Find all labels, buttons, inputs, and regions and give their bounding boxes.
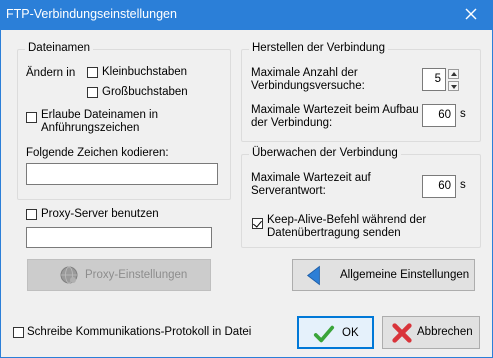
- close-icon[interactable]: [461, 4, 481, 24]
- monitor-legend: Überwachen der Verbindung: [249, 147, 401, 159]
- max-attempts-label-line1: Maximale Anzahl der: [251, 67, 358, 79]
- encode-chars-input[interactable]: [26, 163, 218, 185]
- ok-label: OK: [342, 327, 359, 339]
- uppercase-checkbox[interactable]: [87, 87, 98, 98]
- keepalive-label-line2[interactable]: Datenübertragung senden: [267, 227, 401, 239]
- checkmark-icon: [313, 325, 335, 343]
- proxy-checkbox[interactable]: [26, 209, 37, 220]
- window-title: FTP-Verbindungseinstellungen: [6, 7, 177, 21]
- lowercase-label[interactable]: Kleinbuchstaben: [102, 66, 187, 78]
- cancel-x-icon: [392, 323, 412, 343]
- max-wait-unit: s: [460, 108, 466, 120]
- max-attempts-spinner[interactable]: [448, 69, 459, 91]
- keepalive-label-line1[interactable]: Keep-Alive-Befehl während der: [267, 214, 426, 226]
- proxy-label[interactable]: Proxy-Server benutzen: [41, 208, 159, 220]
- cancel-button[interactable]: Abbrechen: [382, 316, 480, 349]
- globe-icon: [60, 266, 78, 284]
- proxy-server-input[interactable]: [26, 227, 212, 248]
- keepalive-checkbox[interactable]: [252, 218, 263, 229]
- server-wait-label-line2: Serverantwort:: [251, 185, 326, 197]
- spin-up-icon[interactable]: [448, 69, 459, 79]
- proxy-settings-button[interactable]: Proxy-Einstellungen: [27, 259, 211, 291]
- dialog-body: Dateinamen Ändern in Kleinbuchstaben Gro…: [0, 30, 493, 358]
- log-checkbox[interactable]: [13, 327, 24, 338]
- allow-quotes-checkbox[interactable]: [26, 112, 37, 123]
- allow-quotes-label-line2[interactable]: Anführungszeichen: [41, 122, 139, 134]
- connect-legend: Herstellen der Verbindung: [249, 42, 388, 54]
- general-settings-button[interactable]: Allgemeine Einstellungen: [292, 259, 475, 291]
- lowercase-checkbox[interactable]: [87, 67, 98, 78]
- ok-button[interactable]: OK: [297, 316, 374, 349]
- max-wait-label-line2: der Verbindung:: [251, 117, 333, 129]
- back-arrow-icon: [306, 265, 320, 286]
- log-label[interactable]: Schreibe Kommunikations-Protokoll in Dat…: [27, 326, 251, 338]
- allow-quotes-label-line1[interactable]: Erlaube Dateinamen in: [41, 109, 158, 121]
- uppercase-label[interactable]: Großbuchstaben: [102, 86, 188, 98]
- spin-down-icon[interactable]: [448, 81, 459, 91]
- server-wait-input[interactable]: 60: [422, 175, 456, 198]
- general-settings-label: Allgemeine Einstellungen: [340, 269, 470, 281]
- max-attempts-label-line2: Verbindungsversuche:: [251, 80, 365, 92]
- server-wait-unit: s: [460, 179, 466, 191]
- change-in-label: Ändern in: [26, 67, 76, 79]
- max-attempts-input[interactable]: 5: [422, 68, 446, 91]
- filenames-legend: Dateinamen: [25, 42, 94, 54]
- server-wait-label-line1: Maximale Wartezeit auf: [251, 172, 371, 184]
- encode-chars-label: Folgende Zeichen kodieren:: [26, 147, 169, 159]
- proxy-settings-label: Proxy-Einstellungen: [85, 269, 188, 281]
- cancel-label: Abbrechen: [417, 326, 473, 338]
- max-wait-input[interactable]: 60: [422, 104, 456, 127]
- title-bar: FTP-Verbindungseinstellungen: [0, 0, 493, 31]
- max-wait-label-line1: Maximale Wartezeit beim Aufbau: [251, 104, 419, 116]
